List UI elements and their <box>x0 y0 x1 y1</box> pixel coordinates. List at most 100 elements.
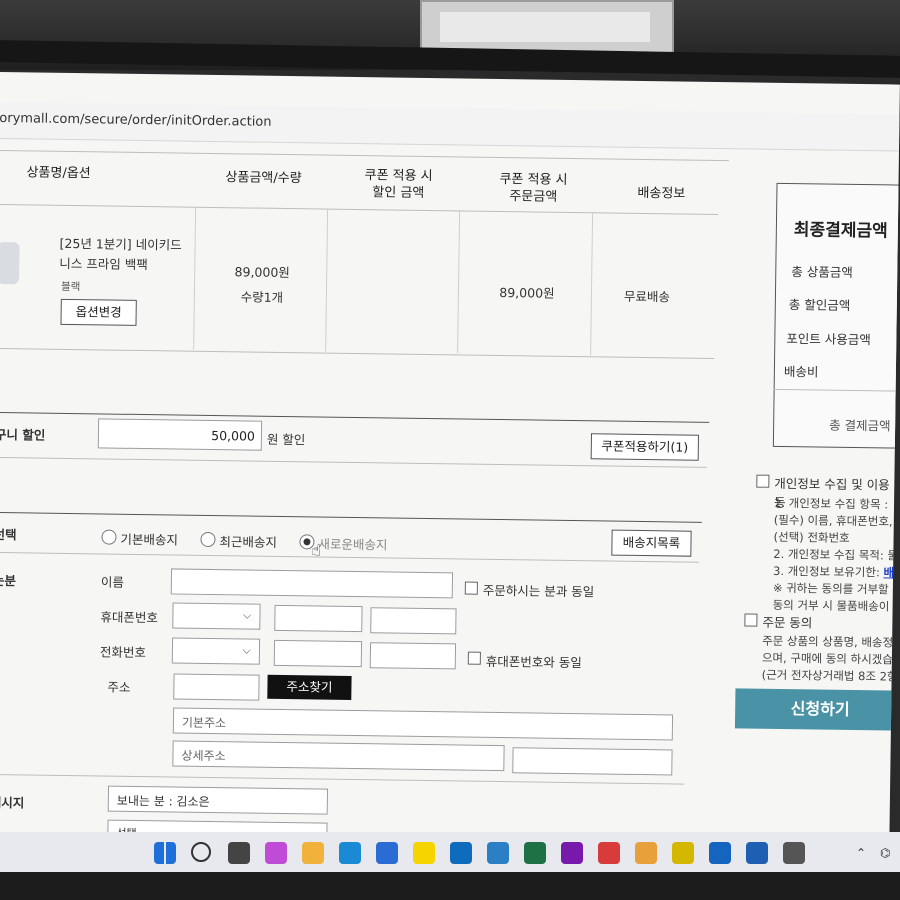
header-shipping: 배송정보 <box>637 185 686 202</box>
summary-shipping-fee: 배송비 <box>783 363 819 380</box>
col-divider <box>325 209 329 352</box>
shipping-select-label: 선택 <box>0 526 17 543</box>
pen-icon[interactable] <box>746 842 768 864</box>
zipcode-input[interactable] <box>173 673 260 701</box>
app-red-icon[interactable] <box>598 842 620 864</box>
radio-basic-address-label[interactable]: 기본배송지 <box>120 529 178 549</box>
order-agree-label[interactable]: 주문 동의 <box>762 612 812 632</box>
onenote-icon[interactable] <box>561 842 583 864</box>
mobile-prefix-select[interactable]: ⌵ <box>172 602 261 630</box>
product-quantity: 수량1개 <box>240 289 284 305</box>
table-header-line <box>0 203 719 216</box>
table-bottom-line <box>0 347 715 359</box>
product-thumbnail[interactable] <box>0 241 20 285</box>
chevron-down-icon: ⌵ <box>243 608 252 622</box>
mobile-middle-input[interactable] <box>274 604 363 633</box>
chevron-down-icon: ⌵ <box>242 643 252 657</box>
product-price: 89,000원 <box>234 264 290 281</box>
chevron-up-icon[interactable]: ⌃ <box>856 846 866 860</box>
screen: orymall.com/secure/order/initOrder.actio… <box>0 72 900 845</box>
privacy-terms-link[interactable]: 배 <box>883 565 894 579</box>
col-divider <box>193 207 197 350</box>
mobile-label: 휴대폰번호 <box>100 609 159 626</box>
same-as-mobile-label[interactable]: 휴대폰번호와 동일 <box>486 651 582 671</box>
remote-icon[interactable] <box>709 842 731 864</box>
radio-new-address-label[interactable]: 새로운배송지 <box>318 533 387 553</box>
cart-discount-unit: 원 할인 <box>266 431 306 448</box>
radio-selected-dot <box>303 538 311 546</box>
col-divider <box>590 213 594 356</box>
extra-address-input[interactable] <box>512 747 673 776</box>
search-icon[interactable] <box>191 842 211 862</box>
summary-point-usage: 포인트 사용금액 <box>786 331 871 348</box>
same-as-mobile-checkbox[interactable] <box>467 651 481 665</box>
sender-input[interactable]: 보내는 분 : 김소은 <box>107 785 329 815</box>
address-label: 주소 <box>107 679 131 695</box>
name-input[interactable] <box>170 568 454 599</box>
section-line <box>0 511 702 523</box>
copilot-icon[interactable] <box>265 842 287 864</box>
edge-icon[interactable] <box>339 842 361 864</box>
windows-start-icon[interactable] <box>154 842 176 864</box>
phone-last-input[interactable] <box>369 642 457 670</box>
privacy-agree-checkbox[interactable] <box>756 474 770 488</box>
background-object-inner <box>440 12 650 42</box>
order-agree-checkbox[interactable] <box>744 613 758 627</box>
app-icon[interactable] <box>487 842 509 864</box>
option-change-button[interactable]: 옵션변경 <box>60 298 137 326</box>
basic-address-placeholder: 기본주소 <box>181 715 227 731</box>
header-coupon-order: 쿠폰 적용 시 주문금액 <box>499 171 568 205</box>
cart-discount-label: 구니 할인 <box>0 426 46 443</box>
submit-button[interactable]: 신청하기 <box>734 688 900 731</box>
find-address-button[interactable]: 주소찾기 <box>267 674 352 700</box>
phone-label: 전화번호 <box>99 644 147 661</box>
header-coupon-discount: 쿠폰 적용 시 할인 금액 <box>364 168 433 201</box>
chrome-icon[interactable] <box>635 842 657 864</box>
order-terms: 주문 상품의 상품명, 배송정 으며, 구매에 동의 하시겠습 (근거 전자상거… <box>761 633 898 684</box>
radio-recent-address-label[interactable]: 최근배송지 <box>219 531 277 551</box>
name-label: 이름 <box>100 574 125 590</box>
phone-prefix-select[interactable]: ⌵ <box>171 637 261 665</box>
excel-icon[interactable] <box>524 842 546 864</box>
privacy-terms: 1. 개인정보 수집 항목 : (필수) 이름, 휴대폰번호, (선택) 전화번… <box>772 495 899 614</box>
summary-title: 최종결제금액 <box>793 220 888 242</box>
apply-coupon-button[interactable]: 쿠폰적용하기(1) <box>590 433 700 461</box>
radio-recent-address[interactable] <box>200 531 216 548</box>
radio-basic-address[interactable] <box>101 529 117 545</box>
cart-discount-value: 50,000 <box>211 427 256 444</box>
section-line <box>0 773 685 785</box>
monitor-bezel-bottom <box>0 872 900 900</box>
task-view-icon[interactable] <box>228 842 250 864</box>
product-name-line1[interactable]: [25년 1분기] 네이키드 <box>59 233 182 254</box>
notes-icon[interactable] <box>783 842 805 864</box>
message-label: 메시지 <box>0 794 25 811</box>
outlook-icon[interactable] <box>450 842 472 864</box>
section-line <box>0 551 700 563</box>
table-top-line <box>0 149 729 162</box>
basic-address-input[interactable]: 기본주소 <box>172 707 674 741</box>
summary-total-product: 총 상품금액 <box>791 264 853 280</box>
mobile-last-input[interactable] <box>370 607 457 635</box>
order-amount: 89,000원 <box>499 284 555 301</box>
address-list-button[interactable]: 배송지목록 <box>611 529 692 557</box>
summary-total-discount: 총 할인금액 <box>788 297 851 313</box>
header-price-qty: 상품금액/수량 <box>225 170 302 187</box>
recipient-label: 는분 <box>0 572 17 589</box>
sender-value: 보내는 분 : 김소은 <box>116 793 210 809</box>
store-icon[interactable] <box>376 842 398 864</box>
kakaotalk-icon[interactable] <box>413 842 435 864</box>
same-as-orderer-label[interactable]: 주문하시는 분과 동일 <box>483 580 595 601</box>
detail-address-placeholder: 상세주소 <box>181 748 226 764</box>
file-explorer-icon[interactable] <box>302 842 324 864</box>
summary-total-payment: 총 결제금액 <box>829 417 891 434</box>
phone-middle-input[interactable] <box>273 639 363 668</box>
product-name-line2[interactable]: 니스 프라임 백팩 <box>59 253 148 273</box>
network-icon[interactable]: ⌬ <box>880 846 890 860</box>
cart-discount-input[interactable]: 50,000 <box>97 418 263 451</box>
detail-address-input[interactable]: 상세주소 <box>172 740 505 772</box>
same-as-orderer-checkbox[interactable] <box>464 581 478 595</box>
header-product: 상품명/옵션 <box>26 165 91 182</box>
norton-icon[interactable] <box>672 842 694 864</box>
product-option: 블랙 <box>60 280 81 294</box>
shipping-info: 무료배송 <box>623 288 671 305</box>
